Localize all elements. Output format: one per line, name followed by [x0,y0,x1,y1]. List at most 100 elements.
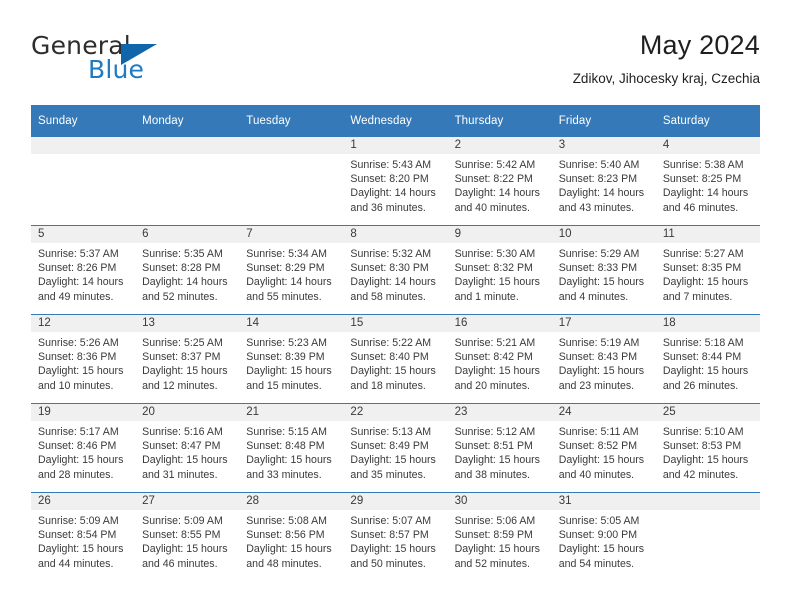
daylight-duration-line1: Daylight: 15 hours [662,365,749,378]
sunrise-time: Sunrise: 5:07 AM [350,515,432,527]
calendar-day-cell[interactable]: 17 Sunrise: 5:19 AM Sunset: 8:43 PM Dayligh… [551,314,656,404]
day-cell-inner: 10 Sunrise: 5:29 AM Sunset: 8:33 PM Dayligh… [551,226,656,314]
day-details: Sunrise: 5:21 AM Sunset: 8:42 PM Daylight:… [448,332,552,393]
calendar-day-cell-empty [239,137,344,226]
day-details [239,154,343,158]
sunrise-time: Sunrise: 5:21 AM [454,337,536,349]
day-number: 23 [447,404,552,421]
sunrise-time: Sunrise: 5:25 AM [142,337,223,349]
day-details: Sunrise: 5:06 AM Sunset: 8:59 PM Daylight:… [448,510,552,571]
calendar-day-cell[interactable]: 16 Sunrise: 5:21 AM Sunset: 8:42 PM Dayligh… [447,314,552,404]
calendar-day-cell[interactable]: 28 Sunrise: 5:08 AM Sunset: 8:56 PM Dayligh… [239,492,344,581]
calendar-day-cell[interactable]: 7 Sunrise: 5:34 AM Sunset: 8:29 PM Daylight… [239,225,344,315]
day-cell-inner: 3 Sunrise: 5:40 AM Sunset: 8:23 PM Daylight… [551,137,656,225]
day-number [239,137,344,154]
day-number: 4 [655,137,760,154]
calendar-day-cell[interactable]: 19 Sunrise: 5:17 AM Sunset: 8:46 PM Dayligh… [31,403,136,493]
day-details: Sunrise: 5:15 AM Sunset: 8:48 PM Daylight:… [239,421,343,482]
calendar-day-cell[interactable]: 12 Sunrise: 5:26 AM Sunset: 8:36 PM Dayligh… [31,314,136,404]
day-cell-inner: 2 Sunrise: 5:42 AM Sunset: 8:22 PM Daylight… [447,137,552,225]
sunset-time: Sunset: 8:48 PM [246,440,325,453]
daylight-duration-line2: and 23 minutes. [558,379,635,392]
calendar-day-cell[interactable]: 5 Sunrise: 5:37 AM Sunset: 8:26 PM Daylight… [31,225,136,315]
daylight-duration-line2: and 43 minutes. [558,201,635,214]
daylight-duration-line1: Daylight: 15 hours [454,276,540,289]
sunrise-time: Sunrise: 5:13 AM [350,426,432,438]
calendar-day-cell[interactable]: 24 Sunrise: 5:11 AM Sunset: 8:52 PM Dayligh… [551,403,656,493]
calendar-day-cell[interactable]: 13 Sunrise: 5:25 AM Sunset: 8:37 PM Dayligh… [135,314,240,404]
calendar-day-cell[interactable]: 14 Sunrise: 5:23 AM Sunset: 8:39 PM Dayligh… [239,314,344,404]
calendar-day-cell[interactable]: 23 Sunrise: 5:12 AM Sunset: 8:51 PM Dayligh… [447,403,552,493]
calendar-day-cell[interactable]: 31 Sunrise: 5:05 AM Sunset: 9:00 PM Dayligh… [551,492,656,581]
day-cell-inner: 20 Sunrise: 5:16 AM Sunset: 8:47 PM Dayligh… [135,404,240,492]
daylight-duration-line1: Daylight: 14 hours [350,276,436,289]
calendar-day-cell[interactable]: 10 Sunrise: 5:29 AM Sunset: 8:33 PM Dayligh… [551,225,656,315]
daylight-duration-line2: and 46 minutes. [142,557,218,570]
sunrise-time: Sunrise: 5:15 AM [246,426,327,438]
calendar-day-cell[interactable]: 18 Sunrise: 5:18 AM Sunset: 8:44 PM Dayligh… [655,314,760,404]
sunrise-time: Sunrise: 5:23 AM [246,337,327,349]
calendar-day-cell[interactable]: 26 Sunrise: 5:09 AM Sunset: 8:54 PM Dayligh… [31,492,136,581]
day-cell-inner: 15 Sunrise: 5:22 AM Sunset: 8:40 PM Dayligh… [343,315,448,403]
daylight-duration-line1: Daylight: 15 hours [38,454,124,467]
daylight-duration-line1: Daylight: 15 hours [142,543,228,556]
day-number: 20 [135,404,240,421]
calendar-body: 1 Sunrise: 5:43 AM Sunset: 8:20 PM Daylight… [31,137,760,581]
day-number: 13 [135,315,240,332]
day-number: 5 [31,226,136,243]
calendar-week-row: 5 Sunrise: 5:37 AM Sunset: 8:26 PM Daylight… [31,225,760,315]
daylight-duration-line1: Daylight: 14 hours [350,187,436,200]
calendar-day-cell[interactable]: 20 Sunrise: 5:16 AM Sunset: 8:47 PM Dayligh… [135,403,240,493]
day-cell-inner: 14 Sunrise: 5:23 AM Sunset: 8:39 PM Dayligh… [239,315,344,403]
calendar-week-row: 26 Sunrise: 5:09 AM Sunset: 8:54 PM Dayligh… [31,492,760,581]
calendar-day-cell[interactable]: 22 Sunrise: 5:13 AM Sunset: 8:49 PM Dayligh… [343,403,448,493]
general-blue-logo[interactable]: General Blue [31,32,241,90]
calendar-day-cell[interactable]: 1 Sunrise: 5:43 AM Sunset: 8:20 PM Daylight… [343,137,448,226]
daylight-duration-line2: and 12 minutes. [142,379,218,392]
day-number: 12 [31,315,136,332]
calendar-day-cell[interactable]: 6 Sunrise: 5:35 AM Sunset: 8:28 PM Daylight… [135,225,240,315]
sunset-time: Sunset: 8:40 PM [350,351,429,364]
sunset-time: Sunset: 8:37 PM [142,351,221,364]
calendar-day-cell[interactable]: 11 Sunrise: 5:27 AM Sunset: 8:35 PM Dayligh… [655,225,760,315]
daylight-duration-line1: Daylight: 15 hours [38,543,124,556]
day-number: 10 [551,226,656,243]
day-details: Sunrise: 5:08 AM Sunset: 8:56 PM Daylight:… [239,510,343,571]
calendar-day-cell[interactable]: 2 Sunrise: 5:42 AM Sunset: 8:22 PM Daylight… [447,137,552,226]
calendar-day-cell[interactable]: 4 Sunrise: 5:38 AM Sunset: 8:25 PM Daylight… [655,137,760,226]
calendar-day-cell[interactable]: 27 Sunrise: 5:09 AM Sunset: 8:55 PM Dayligh… [135,492,240,581]
daylight-duration-line1: Daylight: 14 hours [142,276,228,289]
day-number: 30 [447,493,552,510]
page-subtitle: Zdikov, Jihocesky kraj, Czechia [572,71,760,86]
day-number: 26 [31,493,136,510]
calendar-day-cell[interactable]: 8 Sunrise: 5:32 AM Sunset: 8:30 PM Daylight… [343,225,448,315]
sunset-time: Sunset: 8:25 PM [662,173,742,186]
sunrise-time: Sunrise: 5:12 AM [454,426,536,438]
day-details: Sunrise: 5:18 AM Sunset: 8:44 PM Daylight:… [656,332,760,393]
day-number: 27 [135,493,240,510]
page-title: May 2024 [639,30,760,60]
calendar-week-row: 19 Sunrise: 5:17 AM Sunset: 8:46 PM Dayligh… [31,403,760,493]
sunrise-time: Sunrise: 5:26 AM [38,337,119,349]
sunrise-time: Sunrise: 5:19 AM [558,337,640,349]
calendar-day-cell[interactable]: 3 Sunrise: 5:40 AM Sunset: 8:23 PM Daylight… [551,137,656,226]
calendar-day-cell[interactable]: 15 Sunrise: 5:22 AM Sunset: 8:40 PM Dayligh… [343,314,448,404]
sunrise-time: Sunrise: 5:40 AM [558,159,640,171]
daylight-duration-line2: and 15 minutes. [246,379,322,392]
calendar-day-cell[interactable]: 9 Sunrise: 5:30 AM Sunset: 8:32 PM Daylight… [447,225,552,315]
day-cell-inner: 18 Sunrise: 5:18 AM Sunset: 8:44 PM Dayligh… [655,315,760,403]
sunset-time: Sunset: 8:49 PM [350,440,429,453]
daylight-duration-line2: and 48 minutes. [246,557,322,570]
day-number: 9 [447,226,552,243]
daylight-duration-line2: and 10 minutes. [38,379,114,392]
daylight-duration-line2: and 26 minutes. [662,379,739,392]
day-details: Sunrise: 5:27 AM Sunset: 8:35 PM Daylight:… [656,243,760,304]
calendar-day-cell[interactable]: 30 Sunrise: 5:06 AM Sunset: 8:59 PM Dayligh… [447,492,552,581]
day-cell-inner: 28 Sunrise: 5:08 AM Sunset: 8:56 PM Dayligh… [239,493,344,581]
calendar-day-cell[interactable]: 29 Sunrise: 5:07 AM Sunset: 8:57 PM Dayligh… [343,492,448,581]
day-cell-inner: 6 Sunrise: 5:35 AM Sunset: 8:28 PM Daylight… [135,226,240,314]
calendar-day-cell[interactable]: 25 Sunrise: 5:10 AM Sunset: 8:53 PM Dayligh… [655,403,760,493]
calendar-day-cell[interactable]: 21 Sunrise: 5:15 AM Sunset: 8:48 PM Dayligh… [239,403,344,493]
sunset-time: Sunset: 8:26 PM [38,262,117,275]
day-details: Sunrise: 5:25 AM Sunset: 8:37 PM Daylight:… [135,332,239,393]
